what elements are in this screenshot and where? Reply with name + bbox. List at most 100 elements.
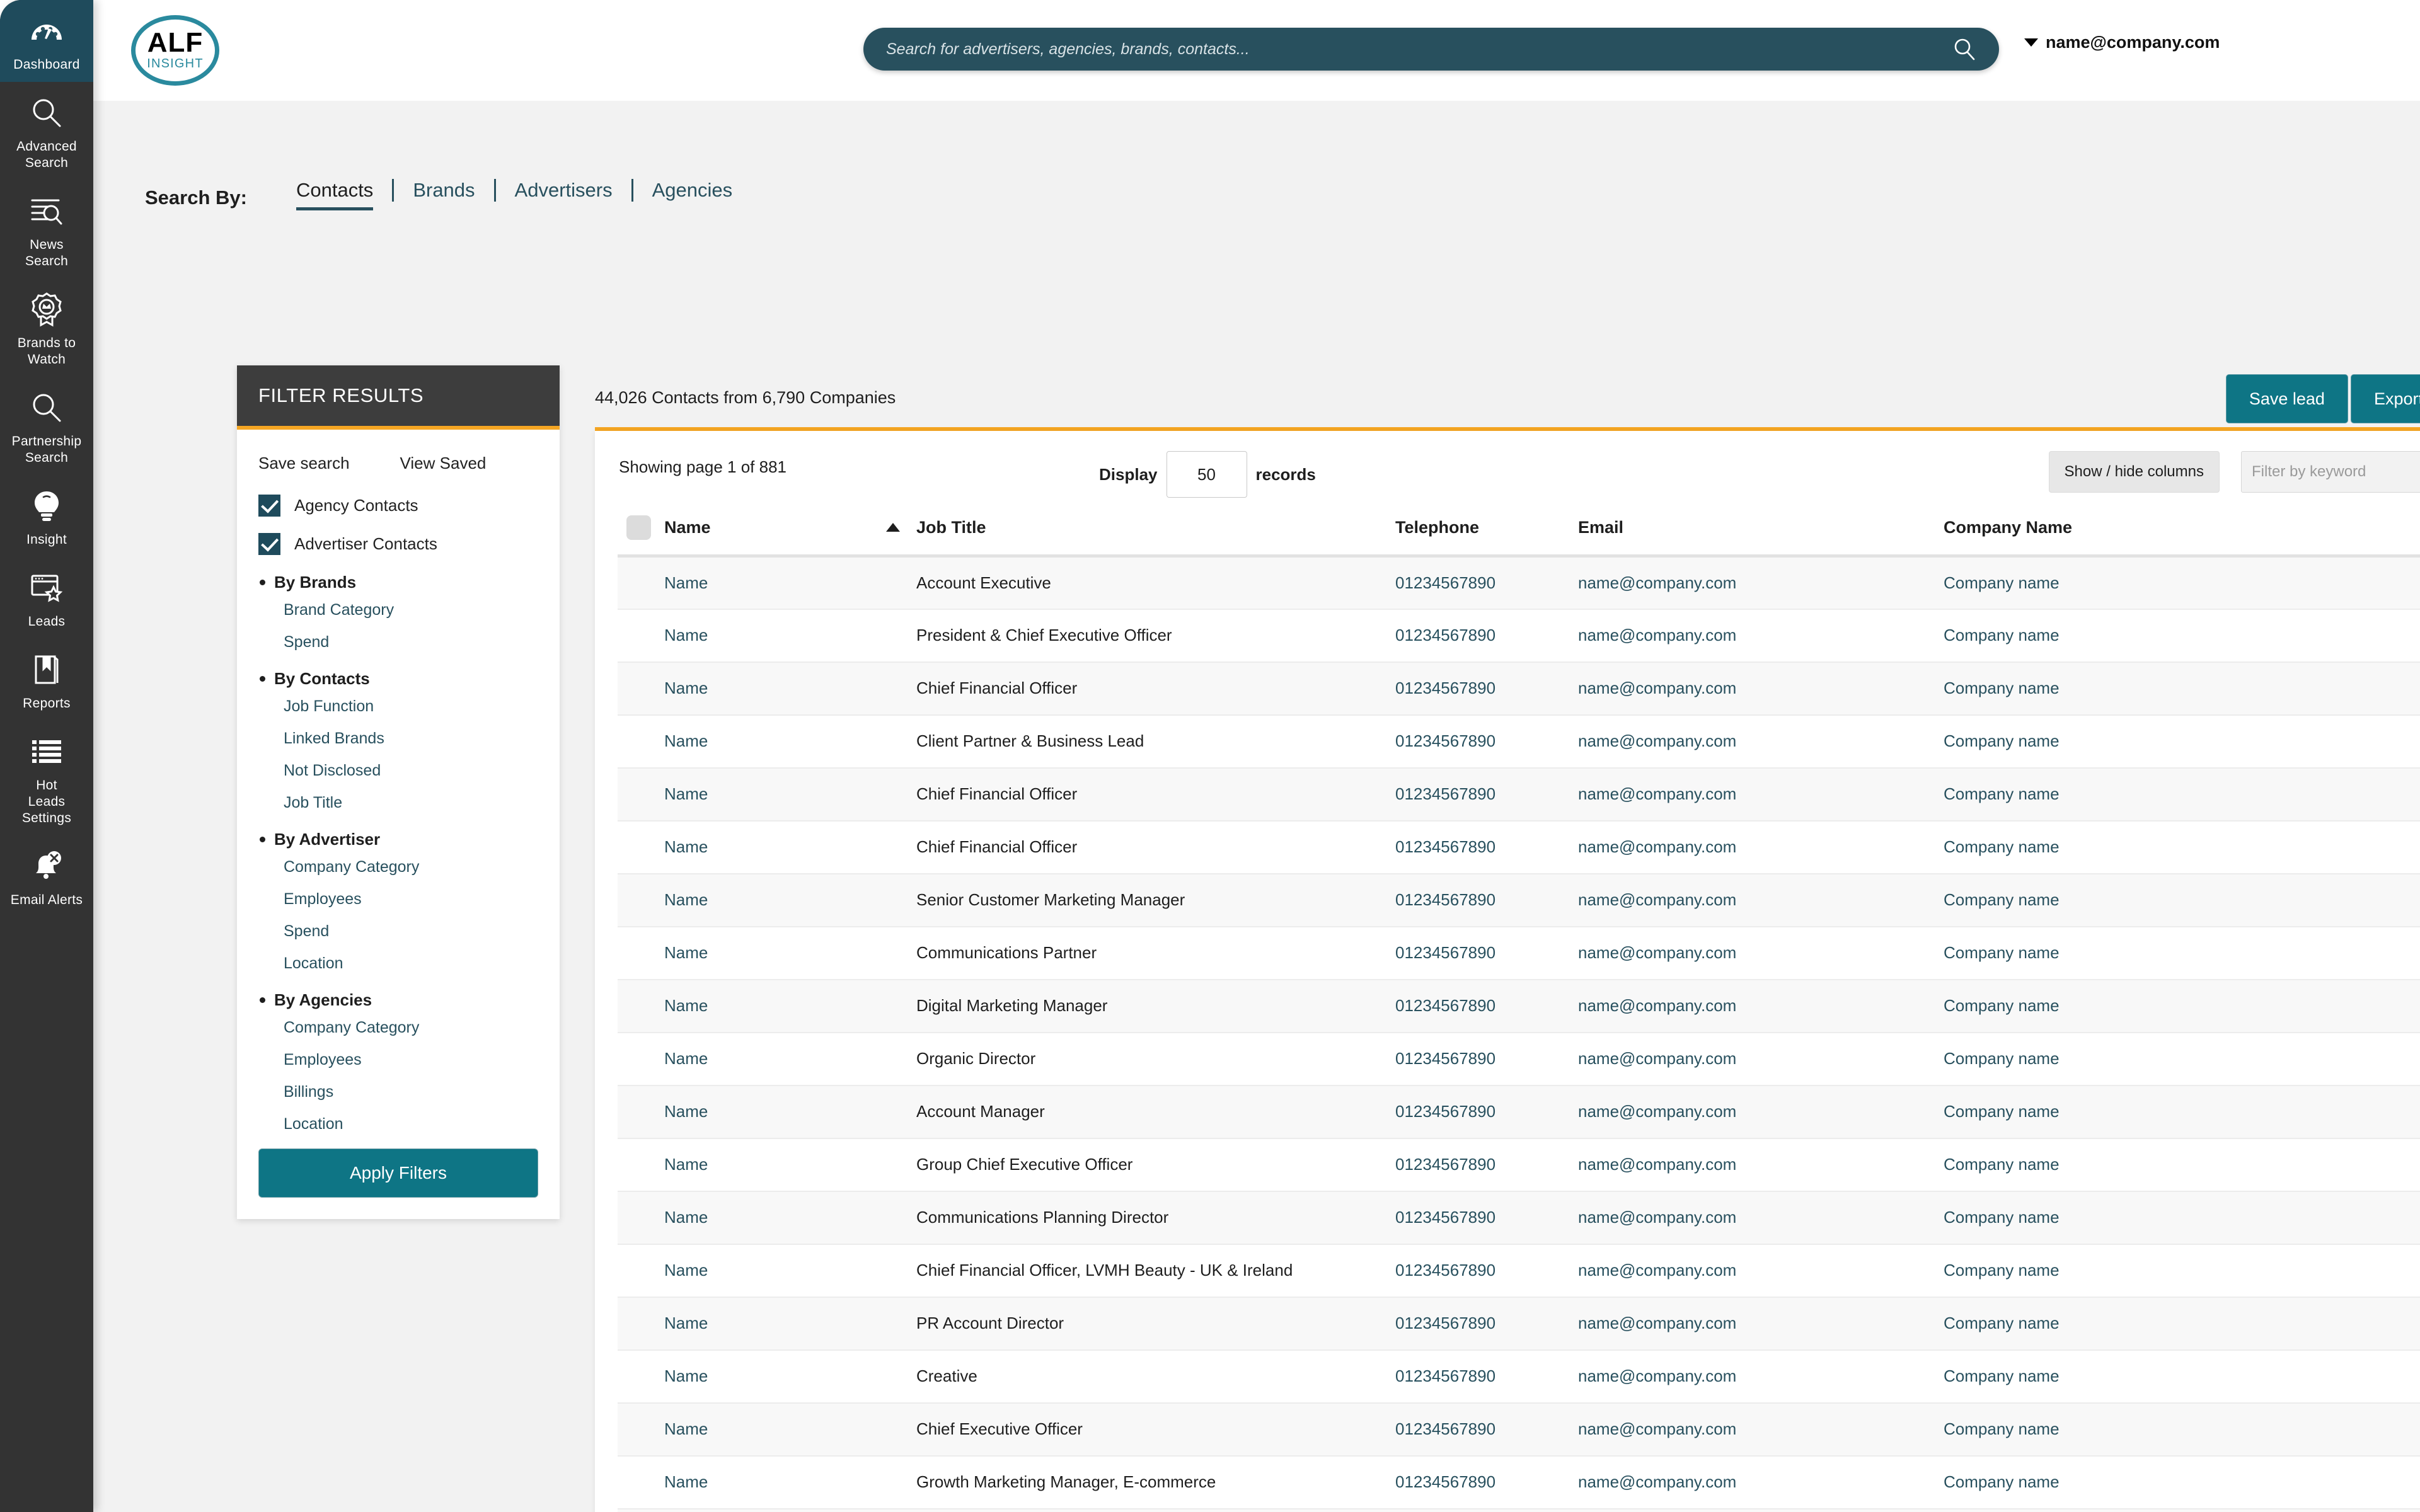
- filter-link-advertiser-employees[interactable]: Employees: [284, 890, 538, 908]
- row-select-cell[interactable]: [618, 979, 664, 1033]
- row-select-cell[interactable]: [618, 1349, 664, 1404]
- save-lead-button[interactable]: Save lead: [2225, 374, 2348, 423]
- cell-name[interactable]: Name: [664, 767, 916, 822]
- cell-email[interactable]: name@company.com: [1578, 820, 1944, 874]
- row-select-cell[interactable]: [618, 1402, 664, 1457]
- cell-name[interactable]: Name: [664, 1085, 916, 1139]
- table-row[interactable]: Name Account Executive 01234567890 name@com…: [618, 556, 2420, 610]
- row-select-cell[interactable]: [618, 1085, 664, 1139]
- column-header-job-title[interactable]: Job Title: [916, 500, 1395, 558]
- cell-company[interactable]: Company name: [1944, 1244, 2420, 1298]
- cell-company[interactable]: Company name: [1944, 1455, 2420, 1509]
- tab-contacts[interactable]: Contacts: [277, 178, 392, 210]
- row-select-cell[interactable]: [618, 556, 664, 610]
- row-select-cell[interactable]: [618, 1508, 664, 1512]
- search-icon[interactable]: [1951, 36, 1978, 62]
- cell-name[interactable]: Name: [664, 1508, 916, 1512]
- table-row[interactable]: Name Creative 01234567890 name@company.com C…: [618, 1349, 2420, 1404]
- cell-email[interactable]: name@company.com: [1578, 662, 1944, 716]
- checkbox-advertiser-contacts[interactable]: Advertiser Contacts: [258, 533, 538, 555]
- checkbox-agency-contacts[interactable]: Agency Contacts: [258, 495, 538, 517]
- cell-telephone[interactable]: 01234567890: [1395, 979, 1578, 1033]
- cell-company[interactable]: Company name: [1944, 662, 2420, 716]
- row-select-cell[interactable]: [618, 662, 664, 716]
- apply-filters-button[interactable]: Apply Filters: [258, 1148, 538, 1198]
- table-row[interactable]: NameAccount Director01234567890name@comp…: [618, 1508, 2420, 1512]
- cell-telephone[interactable]: 01234567890: [1395, 1402, 1578, 1457]
- cell-email[interactable]: name@company.com: [1578, 1244, 1944, 1298]
- cell-telephone[interactable]: 01234567890: [1395, 820, 1578, 874]
- show-hide-columns-button[interactable]: Show / hide columns: [2048, 451, 2220, 493]
- filter-link-not-disclosed[interactable]: Not Disclosed: [284, 762, 538, 780]
- row-select-cell[interactable]: [618, 1032, 664, 1086]
- cell-email[interactable]: name@company.com: [1578, 1085, 1944, 1139]
- tab-agencies[interactable]: Agencies: [633, 178, 752, 210]
- cell-telephone[interactable]: 01234567890: [1395, 1032, 1578, 1086]
- cell-email[interactable]: name@company.com: [1578, 714, 1944, 769]
- sidebar-item-email-alerts[interactable]: Email Alerts: [0, 835, 93, 917]
- row-select-cell[interactable]: [618, 714, 664, 769]
- cell-name[interactable]: Name: [664, 1138, 916, 1192]
- global-search-bar[interactable]: [863, 28, 1999, 71]
- sidebar-item-partnership-search[interactable]: Partnership Search: [0, 377, 93, 475]
- cell-telephone[interactable]: 01234567890: [1395, 662, 1578, 716]
- filter-link-spend[interactable]: Spend: [284, 633, 538, 651]
- filter-link-agency-location[interactable]: Location: [284, 1115, 538, 1133]
- table-row[interactable]: Name Client Partner & Business Lead 012345…: [618, 714, 2420, 769]
- cell-company[interactable]: Company name: [1944, 1032, 2420, 1086]
- filter-group-by-brands[interactable]: By Brands: [258, 573, 538, 592]
- cell-telephone[interactable]: 01234567890: [1395, 556, 1578, 610]
- cell-name[interactable]: Name: [664, 1244, 916, 1298]
- cell-company[interactable]: Company name: [1944, 1349, 2420, 1404]
- cell-telephone[interactable]: 01234567890: [1395, 1508, 1578, 1512]
- cell-company[interactable]: Company name: [1944, 1191, 2420, 1245]
- cell-email[interactable]: name@company.com: [1578, 1191, 1944, 1245]
- row-select-cell[interactable]: [618, 1138, 664, 1192]
- table-row[interactable]: Name Chief Financial Officer 01234567890 na…: [618, 662, 2420, 716]
- sidebar-item-dashboard[interactable]: Dashboard: [0, 0, 93, 82]
- row-select-cell[interactable]: [618, 767, 664, 822]
- cell-name[interactable]: Name: [664, 1032, 916, 1086]
- filter-link-linked-brands[interactable]: Linked Brands: [284, 730, 538, 748]
- filter-link-agency-employees[interactable]: Employees: [284, 1051, 538, 1069]
- cell-name[interactable]: Name: [664, 714, 916, 769]
- cell-telephone[interactable]: 01234567890: [1395, 873, 1578, 927]
- cell-company[interactable]: Company name: [1944, 1508, 2420, 1512]
- row-select-cell[interactable]: [618, 873, 664, 927]
- row-select-cell[interactable]: [618, 1191, 664, 1245]
- row-select-cell[interactable]: [618, 1297, 664, 1351]
- filter-link-advertiser-company-category[interactable]: Company Category: [284, 858, 538, 876]
- cell-name[interactable]: Name: [664, 1297, 916, 1351]
- cell-company[interactable]: Company name: [1944, 767, 2420, 822]
- filter-link-job-function[interactable]: Job Function: [284, 697, 538, 716]
- cell-email[interactable]: name@company.com: [1578, 1032, 1944, 1086]
- filter-link-brand-category[interactable]: Brand Category: [284, 601, 538, 619]
- table-row[interactable]: Name Chief Financial Officer 01234567890 na…: [618, 767, 2420, 822]
- cell-telephone[interactable]: 01234567890: [1395, 1138, 1578, 1192]
- cell-name[interactable]: Name: [664, 979, 916, 1033]
- cell-email[interactable]: name@company.com: [1578, 1455, 1944, 1509]
- table-row[interactable]: Name Digital Marketing Manager 01234567890…: [618, 979, 2420, 1033]
- sidebar-item-news-search[interactable]: News Search: [0, 180, 93, 278]
- row-select-cell[interactable]: [618, 1455, 664, 1509]
- table-row[interactable]: Name Senior Customer Marketing Manager 012…: [618, 873, 2420, 927]
- cell-telephone[interactable]: 01234567890: [1395, 1297, 1578, 1351]
- cell-name[interactable]: Name: [664, 873, 916, 927]
- sidebar-item-brands-to-watch[interactable]: Brands to Watch: [0, 278, 93, 377]
- cell-company[interactable]: Company name: [1944, 926, 2420, 980]
- table-row[interactable]: Name Growth Marketing Manager, E-commerce…: [618, 1455, 2420, 1509]
- filter-link-agency-company-category[interactable]: Company Category: [284, 1019, 538, 1037]
- table-row[interactable]: Name Chief Financial Officer, LVMH Beauty…: [618, 1244, 2420, 1298]
- cell-email[interactable]: name@company.com: [1578, 873, 1944, 927]
- table-row[interactable]: Name Chief Executive Officer 01234567890 na…: [618, 1402, 2420, 1457]
- filter-group-by-advertiser[interactable]: By Advertiser: [258, 830, 538, 849]
- table-row[interactable]: Name Communications Partner 01234567890 nam…: [618, 926, 2420, 980]
- filter-link-advertiser-spend[interactable]: Spend: [284, 922, 538, 941]
- search-input[interactable]: [886, 40, 1951, 59]
- cell-telephone[interactable]: 01234567890: [1395, 1349, 1578, 1404]
- cell-email[interactable]: name@company.com: [1578, 767, 1944, 822]
- cell-email[interactable]: name@company.com: [1578, 1402, 1944, 1457]
- table-row[interactable]: Name Communications Planning Director 0123…: [618, 1191, 2420, 1245]
- cell-company[interactable]: Company name: [1944, 1297, 2420, 1351]
- alf-insight-logo[interactable]: ALF INSIGHT: [131, 6, 219, 94]
